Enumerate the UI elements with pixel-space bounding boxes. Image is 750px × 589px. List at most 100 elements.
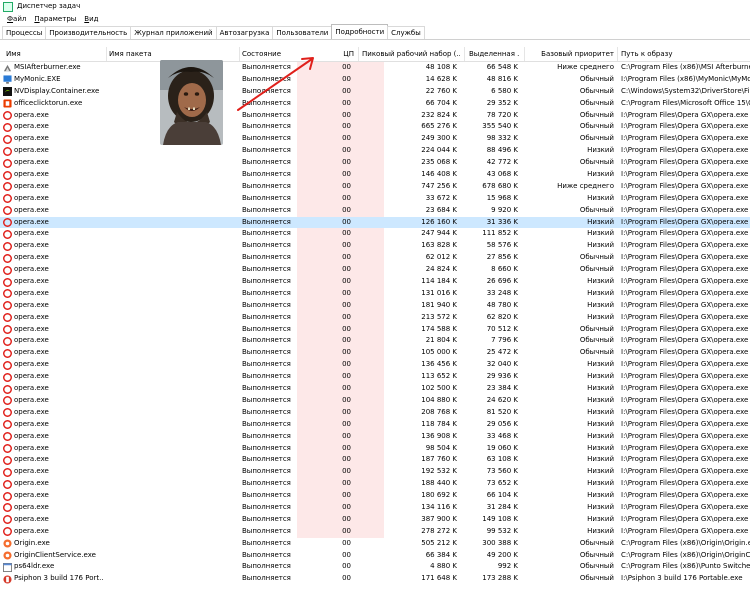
process-peak-working-set: 62 012 K bbox=[425, 253, 457, 262]
table-row[interactable]: opera.exe Выполняется 00 102 500 K 23 384 K Н… bbox=[0, 383, 750, 395]
table-row[interactable]: opera.exe Выполняется 00 136 456 K 32 040 K Н… bbox=[0, 359, 750, 371]
process-peak-working-set: 146 408 K bbox=[421, 170, 457, 179]
process-peak-working-set: 174 588 K bbox=[421, 324, 457, 333]
table-row[interactable]: opera.exe Выполняется 00 174 588 K 70 512 K О… bbox=[0, 324, 750, 336]
process-name: opera.exe bbox=[14, 312, 49, 321]
column-divider[interactable] bbox=[524, 47, 525, 61]
table-row[interactable]: opera.exe Выполняется 00 181 940 K 48 780 K Н… bbox=[0, 300, 750, 312]
column-header-peak-working-set[interactable]: Пиковый рабочий набор (... bbox=[362, 47, 460, 61]
tab-details[interactable]: Подробности bbox=[331, 24, 389, 39]
process-base-priority: Обычный bbox=[579, 86, 614, 95]
opera-icon bbox=[3, 170, 12, 180]
process-image-path: I:\Program Files\Opera GX\opera.exe bbox=[621, 146, 749, 155]
table-row[interactable]: opera.exe Выполняется 00 249 300 K 98 332 K О… bbox=[0, 133, 750, 145]
task-manager-icon bbox=[3, 1, 13, 12]
process-peak-working-set: 213 572 K bbox=[421, 312, 457, 321]
table-row[interactable]: NVDisplay.Container.exeВыполняется0022 7… bbox=[0, 86, 750, 98]
table-row[interactable]: opera.exe Выполняется 00 114 184 K 26 696 K Н… bbox=[0, 276, 750, 288]
table-row[interactable]: opera.exe Выполняется 00 278 272 K 99 532 K Н… bbox=[0, 526, 750, 538]
process-cpu: 00 bbox=[342, 479, 351, 488]
menu-view[interactable]: Вид bbox=[80, 13, 102, 25]
table-row[interactable]: opera.exe Выполняется 00 235 068 K 42 772 K О… bbox=[0, 157, 750, 169]
tab-app-history[interactable]: Журнал приложений bbox=[130, 26, 217, 39]
table-row[interactable]: opera.exe Выполняется 00 126 160 K 31 336 K Н… bbox=[0, 216, 750, 229]
process-image-path: I:\Program Files\Opera GX\opera.exe bbox=[621, 217, 749, 226]
process-committed-memory: 48 816 K bbox=[486, 74, 518, 83]
table-row[interactable]: OriginClientService.exe Выполняется 00 66 3… bbox=[0, 550, 750, 562]
table-row[interactable]: ps64ldr.exe Выполняется 00 4 880 K 992 K Обыч… bbox=[0, 561, 750, 573]
table-row[interactable]: opera.exe Выполняется 00 247 944 K 111 852 K… bbox=[0, 228, 750, 240]
process-status: Выполняется bbox=[242, 193, 291, 202]
column-divider[interactable] bbox=[617, 47, 618, 61]
table-row[interactable]: opera.exe Выполняется 00 188 440 K 73 652 K Н… bbox=[0, 478, 750, 490]
process-committed-memory: 31 336 K bbox=[486, 217, 518, 226]
table-row[interactable]: opera.exe Выполняется 00 180 692 K 66 104 K Н… bbox=[0, 490, 750, 502]
table-row[interactable]: opera.exe Выполняется 00 232 824 K 78 720 KО… bbox=[0, 110, 750, 122]
table-row[interactable]: officeclicktorun.exe Выполняется 00 66 704 … bbox=[0, 98, 750, 110]
table-row[interactable]: Psiphon 3 build 176 Port... Выполняется 00… bbox=[0, 573, 750, 585]
process-status: Выполняется bbox=[242, 384, 291, 393]
table-row[interactable]: opera.exe Выполняется 00 104 880 K 24 620 K Н… bbox=[0, 395, 750, 407]
menu-options[interactable]: Параметры bbox=[30, 13, 80, 25]
table-row[interactable]: opera.exe Выполняется 00 213 572 K 62 820 K Н… bbox=[0, 312, 750, 324]
table-row[interactable]: MyMonic.EXE Выполняется 00 14 628 K 48 816 K… bbox=[0, 74, 750, 86]
table-row[interactable]: opera.exe Выполняется 00 747 256 K 678 680 K… bbox=[0, 181, 750, 193]
process-peak-working-set: 192 532 K bbox=[421, 467, 457, 476]
table-row[interactable]: opera.exe Выполняется 00 224 044 K 88 496 K Н… bbox=[0, 145, 750, 157]
table-row[interactable]: opera.exe Выполняется 00 208 768 K 81 520 K Н… bbox=[0, 407, 750, 419]
table-row[interactable]: opera.exe Выполняется 00 113 652 K 29 936 K Н… bbox=[0, 371, 750, 383]
table-row[interactable]: opera.exe Выполняется 00 134 116 K 31 284 K Н… bbox=[0, 502, 750, 514]
column-divider[interactable] bbox=[464, 47, 465, 61]
process-image-path: I:\Program Files\Opera GX\opera.exe bbox=[621, 455, 749, 464]
process-peak-working-set: 66 384 K bbox=[425, 550, 457, 559]
process-committed-memory: 8 660 K bbox=[491, 265, 518, 274]
table-row[interactable]: opera.exe Выполняется 00 192 532 K 73 560 K Н… bbox=[0, 466, 750, 478]
table-row[interactable]: opera.exe Выполняется 00 62 012 K 27 856 K Об… bbox=[0, 252, 750, 264]
table-row[interactable]: opera.exe Выполняется 00 24 824 K 8 660 K Обы… bbox=[0, 264, 750, 276]
column-divider[interactable] bbox=[106, 47, 107, 61]
column-header-committed[interactable]: Выделенная ... bbox=[469, 47, 520, 61]
process-status: Выполняется bbox=[242, 146, 291, 155]
process-cpu: 00 bbox=[342, 348, 351, 357]
process-committed-memory: 23 384 K bbox=[486, 384, 518, 393]
table-row[interactable]: opera.exe Выполняется 00 21 804 K 7 796 K Обы… bbox=[0, 335, 750, 347]
table-row[interactable]: opera.exe Выполняется 00 136 908 K 33 468 K Н… bbox=[0, 431, 750, 443]
process-base-priority: Низкий bbox=[587, 467, 614, 476]
table-row[interactable]: Origin.exe Выполняется 00 505 212 K 300 388 … bbox=[0, 538, 750, 550]
table-row[interactable]: opera.exe Выполняется 00 33 672 K 15 968 K Ни… bbox=[0, 193, 750, 205]
tab-performance[interactable]: Производительность bbox=[45, 26, 132, 39]
column-header-package[interactable]: Имя пакета bbox=[109, 47, 237, 61]
column-header-base-priority[interactable]: Базовый приоритет bbox=[527, 47, 614, 61]
tab-users[interactable]: Пользователи bbox=[272, 26, 333, 39]
process-cpu: 00 bbox=[342, 312, 351, 321]
process-peak-working-set: 171 648 K bbox=[421, 574, 457, 583]
table-row[interactable]: opera.exe Выполняется 00 131 016 K 33 248 K Н… bbox=[0, 288, 750, 300]
column-header-name[interactable]: Имя bbox=[6, 47, 101, 61]
table-row[interactable]: opera.exe Выполняется 00 23 684 K 9 920 K Обы… bbox=[0, 205, 750, 217]
process-committed-memory: 6 580 K bbox=[491, 86, 518, 95]
table-row[interactable]: opera.exe Выполняется 00 163 828 K 58 576 K Н… bbox=[0, 240, 750, 252]
table-row[interactable]: opera.exe Выполняется 00 187 760 K 63 108 K Н… bbox=[0, 454, 750, 466]
table-row[interactable]: MSIAfterburner.exe Выполняется 00 48 108 K6… bbox=[0, 62, 750, 74]
menu-file[interactable]: Файл bbox=[3, 13, 30, 25]
process-status: Выполняется bbox=[242, 300, 291, 309]
table-row[interactable]: opera.exe Выполняется 00 118 784 K 29 056 K Н… bbox=[0, 419, 750, 431]
process-name: opera.exe bbox=[14, 502, 49, 511]
table-row[interactable]: opera.exe Выполняется 00 146 408 K 43 068 K Н… bbox=[0, 169, 750, 181]
opera-icon bbox=[3, 182, 12, 192]
opera-icon bbox=[3, 527, 12, 537]
column-divider[interactable] bbox=[358, 47, 359, 61]
tab-services[interactable]: Службы bbox=[387, 26, 425, 39]
table-row[interactable]: opera.exe Выполняется 00 98 504 K 19 060 K Ни… bbox=[0, 443, 750, 455]
tab-processes[interactable]: Процессы bbox=[2, 26, 47, 39]
process-cpu: 00 bbox=[342, 241, 351, 250]
opera-icon bbox=[3, 384, 12, 394]
process-peak-working-set: 118 784 K bbox=[421, 419, 457, 428]
table-row[interactable]: opera.exe Выполняется 00 387 900 K 149 108 K… bbox=[0, 514, 750, 526]
table-row[interactable]: opera.exe Выполняется 00 105 000 K 25 472 K О… bbox=[0, 347, 750, 359]
column-header-image-path[interactable]: Путь к образу bbox=[621, 47, 750, 61]
table-row[interactable]: opera.exe Выполняется 00 665 276 K 355 540 K… bbox=[0, 121, 750, 133]
tab-startup[interactable]: Автозагрузка bbox=[215, 26, 274, 39]
process-cpu: 00 bbox=[342, 205, 351, 214]
process-peak-working-set: 187 760 K bbox=[421, 455, 457, 464]
